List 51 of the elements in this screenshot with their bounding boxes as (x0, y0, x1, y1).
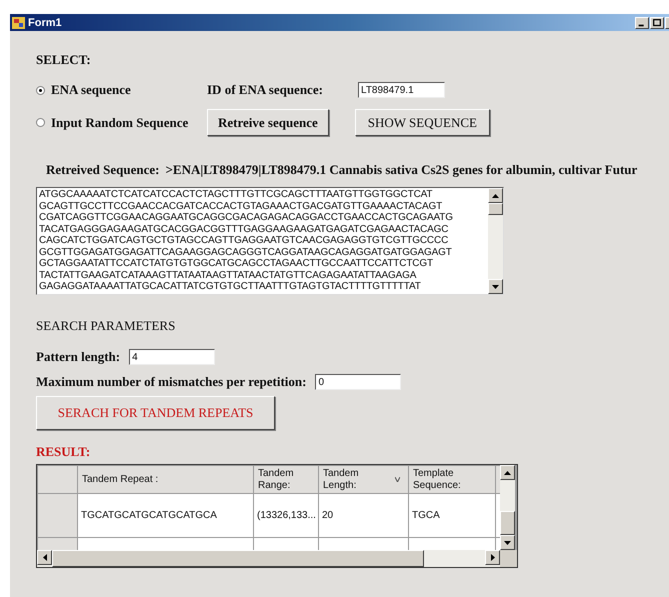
column-header[interactable]: Tandem Range: (254, 466, 318, 494)
scroll-up-icon[interactable] (488, 188, 503, 203)
app-icon (12, 16, 25, 28)
column-header[interactable]: Template Sequence: (408, 466, 496, 494)
scroll-right-icon[interactable] (485, 550, 500, 565)
sequence-line: GAGAGGATAAAATTATGCACATTATCGTGTGCTTAATTTGTAGTGTACTTTTGTTTTTAT (39, 281, 422, 292)
sequence-line: TACATGAGGGAGAAGATGCACGGACGGTTTGAGGAAGAAGATGAGATCGAGAACTACAGC (39, 224, 450, 235)
column-header[interactable]: Tandem Length: (318, 466, 408, 494)
scrollbar-thumb[interactable] (488, 203, 503, 215)
sequence-textarea[interactable] (36, 187, 504, 295)
search-button[interactable]: SERACH FOR TANDEM REPEATS (36, 396, 275, 430)
sequence-line: TACTATTGAAGATCATAAAGTTATAATAAGTTATAACTATGTTCAGAGAATATTAAGAGA (39, 270, 418, 281)
sequence-header: >ENA|LT898479|LT898479.1 Cannabis sativa Cs2S genes for albumin, cultivar Futur (165, 162, 638, 178)
table-cell: TGCA (408, 494, 496, 538)
section-heading: RESULT: (36, 444, 92, 460)
maximize-icon[interactable] (650, 16, 664, 28)
table-cell: (13326,133... (254, 494, 318, 538)
scroll-down-icon[interactable] (500, 535, 515, 550)
section-heading: SELECT: (36, 52, 92, 68)
sequence-line: CAGCATCTGGATCAGTGCTGTAGCCAGTTGAGGAATGTCAACGAGAGGTGTCGTTGCCCC (39, 235, 450, 246)
table-cell: 20 (318, 494, 408, 538)
radio-button[interactable] (36, 118, 45, 127)
field-label: Pattern length: (36, 349, 120, 365)
pattern-length-field[interactable]: 4 (129, 349, 216, 365)
minimize-icon[interactable] (635, 16, 649, 28)
sequence-line: GCTAGGAATATTCCATCTATGTGTGGCATGCAGCCTAGAACTTGCCAATTCCATTCTCGT (39, 258, 434, 270)
sequence-line: CGATCAGGTTCGGAACAGGAATGCAGGCGACAGAGACAGGACCTGAACCACTGCAGAATG (39, 212, 454, 224)
mismatch-field[interactable]: 0 (315, 374, 402, 390)
sequence-line: GCAGTTGCCTTCCGAACCACGATCACCACTGTAGAAACTGACGATGTTGAAAACTACAGT (39, 200, 444, 212)
sort-icon (395, 477, 400, 482)
field-label: ID of ENA sequence: (207, 82, 324, 98)
scroll-up-icon[interactable] (500, 465, 515, 480)
sequence-line: ATGGCAAAAATCTCATCATCCACTCTAGCTTTGTTCGCAGCTTTAATGTTGGTGGCTCAT (39, 189, 434, 200)
scrollbar-thumb[interactable] (500, 511, 515, 535)
scrollbar-corner (500, 550, 517, 567)
table-cell: TGCATGCATGCATGCATGCA (78, 494, 254, 538)
field-label: Retreived Sequence: (46, 162, 160, 178)
sequence-line: GCGTTGGAGATGGAGATTCAGAAGGAGCAGGGTCAGGATAAGCAGAGGATGATGGAGAGT (39, 246, 453, 258)
column-header[interactable]: Tandem Repeat : (78, 466, 254, 494)
radio-label[interactable]: ENA sequence (51, 82, 131, 98)
scroll-left-icon[interactable] (37, 550, 52, 565)
section-heading: SEARCH PARAMETERS (36, 318, 176, 334)
retrieve-button[interactable]: Retreive sequence (207, 109, 329, 136)
id-field[interactable]: LT898479.1 (358, 82, 445, 98)
radio-label[interactable]: Input Random Sequence (51, 114, 188, 130)
radio-button[interactable] (36, 86, 45, 94)
field-label: Maximum number of mismatches per repetition: (36, 374, 306, 390)
scrollbar-thumb[interactable] (52, 550, 424, 567)
show-sequence-button[interactable]: SHOW SEQUENCE (354, 109, 490, 136)
scroll-down-icon[interactable] (488, 279, 503, 294)
window-title: Form1 (28, 16, 62, 28)
